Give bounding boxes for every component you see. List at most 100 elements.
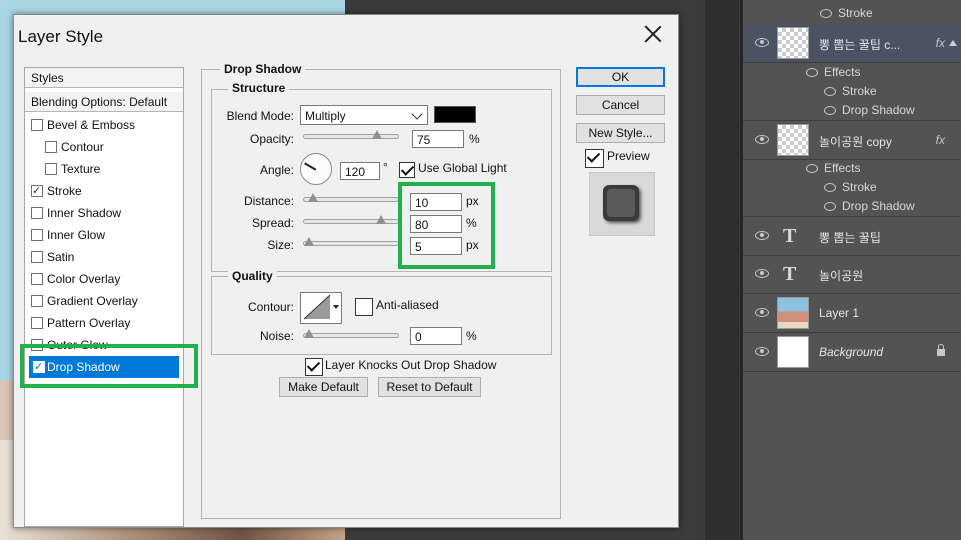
eye-icon[interactable] bbox=[824, 202, 836, 212]
layer-row[interactable]: Background bbox=[743, 333, 961, 372]
layer-effect-stroke[interactable]: Stroke bbox=[824, 84, 877, 98]
style-checkbox[interactable] bbox=[45, 141, 57, 153]
eye-icon[interactable] bbox=[806, 68, 818, 78]
style-checkbox[interactable] bbox=[31, 295, 43, 307]
style-label: Gradient Overlay bbox=[47, 294, 138, 308]
fx-icon[interactable]: fx bbox=[936, 36, 945, 50]
layer-row[interactable]: T 놀이공원 bbox=[743, 255, 961, 294]
layer-effect-drop-shadow[interactable]: Drop Shadow bbox=[824, 199, 915, 213]
make-default-button[interactable]: Make Default bbox=[279, 377, 368, 397]
eye-icon[interactable] bbox=[755, 38, 769, 47]
eye-icon[interactable] bbox=[806, 164, 818, 174]
layer-effect-stroke[interactable]: Stroke bbox=[824, 180, 877, 194]
contour-picker[interactable] bbox=[300, 292, 342, 324]
layer-row[interactable]: 뽕 뽑는 꿀팁 c... fx bbox=[743, 24, 961, 63]
layer-style-dialog: Layer Style Styles Blending Options: Def… bbox=[13, 14, 679, 528]
angle-unit: ° bbox=[383, 160, 388, 174]
slider-handle[interactable] bbox=[372, 130, 382, 139]
eye-icon[interactable] bbox=[824, 87, 836, 97]
workspace-column bbox=[705, 0, 739, 540]
quality-title: Quality bbox=[228, 269, 277, 283]
styles-header[interactable]: Styles bbox=[25, 68, 183, 88]
style-item-gradient-overlay[interactable]: Gradient Overlay bbox=[25, 290, 183, 312]
layers-panel: Stroke 뽕 뽑는 꿀팁 c... fx Effects Stroke Dr… bbox=[740, 0, 961, 540]
blend-mode-value: Multiply bbox=[305, 109, 346, 123]
spread-slider[interactable] bbox=[303, 215, 399, 224]
style-item-pattern-overlay[interactable]: Pattern Overlay bbox=[25, 312, 183, 334]
size-slider[interactable] bbox=[303, 237, 399, 246]
eye-icon[interactable] bbox=[755, 231, 769, 240]
style-checkbox[interactable] bbox=[31, 317, 43, 329]
anti-aliased-checkbox[interactable] bbox=[355, 298, 373, 316]
ok-button[interactable]: OK bbox=[576, 67, 665, 87]
scroll-up-arrow-icon[interactable] bbox=[949, 40, 957, 46]
styles-list: Styles Blending Options: Default Bevel &… bbox=[24, 67, 184, 527]
new-style-button[interactable]: New Style... bbox=[576, 123, 665, 143]
eye-icon[interactable] bbox=[755, 347, 769, 356]
style-item-bevel-emboss[interactable]: Bevel & Emboss bbox=[25, 114, 183, 136]
style-checkbox[interactable] bbox=[31, 207, 43, 219]
use-global-light-checkbox[interactable] bbox=[399, 162, 415, 178]
preview-label: Preview bbox=[607, 149, 650, 163]
eye-icon[interactable] bbox=[820, 9, 832, 19]
layer-name: Background bbox=[819, 345, 884, 359]
style-item-color-overlay[interactable]: Color Overlay bbox=[25, 268, 183, 290]
layer-row[interactable]: T 뽕 뽑는 꿀팁 bbox=[743, 216, 961, 256]
blend-mode-select[interactable]: Multiply bbox=[300, 105, 428, 125]
slider-handle[interactable] bbox=[308, 193, 318, 202]
knockout-checkbox[interactable] bbox=[305, 358, 323, 376]
style-item-texture[interactable]: Texture bbox=[25, 158, 183, 180]
style-item-inner-glow[interactable]: Inner Glow bbox=[25, 224, 183, 246]
eye-icon[interactable] bbox=[824, 106, 836, 116]
noise-slider[interactable] bbox=[303, 329, 399, 338]
style-item-satin[interactable]: Satin bbox=[25, 246, 183, 268]
style-label: Stroke bbox=[47, 184, 82, 198]
layer-effect-stroke[interactable]: Stroke bbox=[820, 6, 873, 20]
style-label: Satin bbox=[47, 250, 75, 264]
reset-default-button[interactable]: Reset to Default bbox=[378, 377, 481, 397]
layer-row[interactable]: Layer 1 bbox=[743, 294, 961, 333]
blending-options[interactable]: Blending Options: Default bbox=[25, 92, 183, 112]
slider-handle[interactable] bbox=[304, 329, 314, 338]
effects-group[interactable]: Effects bbox=[806, 65, 860, 79]
layer-row[interactable]: 놀이공원 copy fx bbox=[743, 120, 961, 160]
preview-checkbox[interactable] bbox=[585, 149, 604, 168]
layer-effect-drop-shadow[interactable]: Drop Shadow bbox=[824, 103, 915, 117]
contour-label: Contour: bbox=[247, 300, 294, 314]
distance-slider[interactable] bbox=[303, 193, 399, 202]
slider-handle[interactable] bbox=[376, 215, 386, 224]
eye-icon[interactable] bbox=[755, 135, 769, 144]
angle-dial[interactable] bbox=[300, 153, 332, 185]
style-checkbox[interactable] bbox=[31, 251, 43, 263]
slider-handle[interactable] bbox=[304, 237, 314, 246]
style-item-inner-shadow[interactable]: Inner Shadow bbox=[25, 202, 183, 224]
style-label: Inner Shadow bbox=[47, 206, 122, 220]
contour-curve-icon bbox=[303, 294, 331, 320]
eye-icon[interactable] bbox=[755, 269, 769, 278]
opacity-input[interactable]: 75 bbox=[412, 130, 464, 148]
text-layer-icon: T bbox=[783, 263, 797, 285]
layer-thumbnail bbox=[777, 27, 809, 59]
style-item-contour[interactable]: Contour bbox=[25, 136, 183, 158]
layer-thumbnail bbox=[777, 124, 809, 156]
opacity-slider[interactable] bbox=[303, 130, 399, 139]
close-icon[interactable] bbox=[642, 23, 664, 45]
layer-thumbnail bbox=[777, 297, 809, 329]
fx-icon[interactable]: fx bbox=[936, 133, 945, 147]
use-global-light-label: Use Global Light bbox=[418, 161, 507, 175]
style-item-stroke[interactable]: Stroke bbox=[25, 180, 183, 202]
shadow-color-swatch[interactable] bbox=[434, 106, 476, 123]
cancel-button[interactable]: Cancel bbox=[576, 95, 665, 115]
angle-input[interactable]: 120 bbox=[340, 162, 380, 180]
effects-group[interactable]: Effects bbox=[806, 161, 860, 175]
eye-icon[interactable] bbox=[824, 183, 836, 193]
eye-icon[interactable] bbox=[755, 308, 769, 317]
noise-input[interactable]: 0 bbox=[410, 327, 462, 345]
style-checkbox[interactable] bbox=[31, 119, 43, 131]
style-label: Texture bbox=[61, 162, 101, 176]
style-checkbox[interactable] bbox=[31, 273, 43, 285]
style-checkbox[interactable] bbox=[31, 229, 43, 241]
opacity-unit: % bbox=[469, 132, 480, 146]
style-checkbox[interactable] bbox=[45, 163, 57, 175]
style-checkbox[interactable] bbox=[31, 180, 43, 202]
